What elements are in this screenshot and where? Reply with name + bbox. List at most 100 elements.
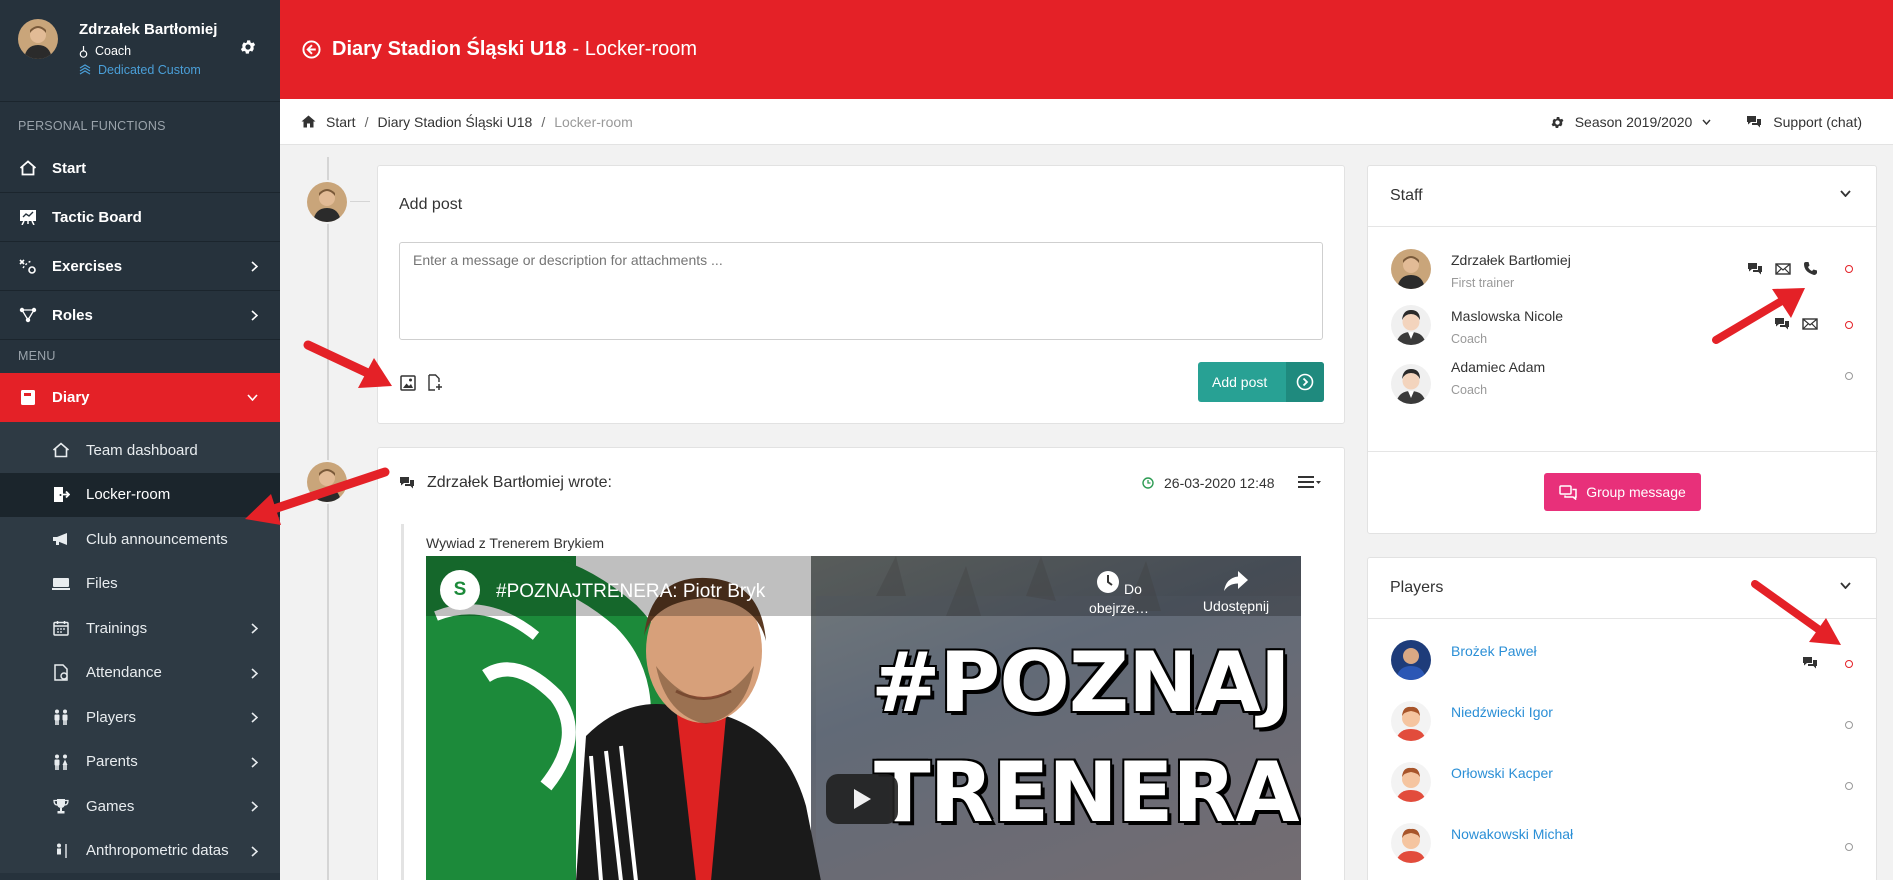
status-dot [1845,265,1853,273]
back-arrow-icon[interactable] [302,40,321,59]
status-dot [1845,372,1853,380]
staff-name: Maslowska Nicole [1451,308,1564,324]
sidebar-item-diary[interactable]: Diary [0,373,280,422]
staff-role: First trainer [1451,276,1515,290]
user-avatar[interactable] [18,19,58,59]
chat-bubbles-icon [1746,115,1762,129]
player-name-link[interactable]: Brożek Paweł [1451,643,1537,659]
sidebar-item-attendance[interactable]: Attendance [0,651,280,696]
player-name-link[interactable]: Nowakowski Michał [1451,826,1573,842]
sidebar-item-label: Start [52,159,87,177]
whistle-icon [79,45,88,58]
avatar[interactable] [1391,364,1431,404]
sidebar-item-tactic-board[interactable]: Tactic Board [0,193,280,242]
home-icon[interactable] [301,115,316,128]
post-header: Zdrzałek Bartłomiej wrote: [399,474,612,492]
page-title-section: - Locker-room [572,38,698,60]
sidebar-item-anthropometric[interactable]: Anthropometric datas [0,829,280,874]
player-row: Niedźwiecki Igor [1368,693,1878,753]
sidebar-item-start[interactable]: Start [0,144,280,193]
user-role: Coach [79,44,131,58]
season-selector[interactable]: Season 2019/2020 [1550,114,1712,130]
chevron-right-icon [251,712,258,723]
add-post-title: Add post [399,196,463,213]
sidebar-item-club-announcements[interactable]: Club announcements [0,517,280,562]
attachment-buttons [400,374,443,391]
chat-icon[interactable] [1774,317,1790,331]
breadcrumb-diary[interactable]: Diary Stadion Śląski U18 [377,114,532,130]
sidebar-item-label: Diary [52,389,90,406]
status-dot [1845,782,1853,790]
play-button[interactable] [826,774,898,824]
person-measure-icon [51,843,71,859]
avatar[interactable] [1391,701,1431,741]
mail-icon[interactable] [1802,318,1818,330]
sidebar-item-files[interactable]: Files [0,562,280,607]
sidebar-item-parents[interactable]: Parents [0,740,280,785]
sidebar-item-label: Tactic Board [52,208,142,226]
staff-actions [1774,317,1818,331]
attach-file-icon[interactable] [427,374,443,391]
sidebar-item-roles[interactable]: Roles [0,291,280,340]
avatar[interactable] [1391,249,1431,289]
attach-image-icon[interactable] [400,374,416,391]
section-personal-functions: PERSONAL FUNCTIONS [18,119,166,133]
player-name-link[interactable]: Orłowski Kacper [1451,765,1553,781]
add-post-button-label: Add post [1212,374,1268,390]
breadcrumb-separator: / [541,113,546,130]
watch-later-button[interactable]: Do obejrze… [1071,570,1167,616]
group-message-button[interactable]: Group message [1544,473,1701,511]
player-name-link[interactable]: Niedźwiecki Igor [1451,704,1553,720]
support-chat-link[interactable]: Support (chat) [1746,114,1862,130]
chevron-down-icon [1840,190,1851,197]
sidebar-item-locker-room[interactable]: Locker-room [0,472,280,517]
chevron-right-icon [251,801,258,812]
sidebar-item-games[interactable]: Games [0,784,280,829]
sidebar-item-exercises[interactable]: Exercises [0,242,280,291]
user-team[interactable]: Dedicated Custom [79,63,201,77]
sidebar-item-label: Locker-room [86,486,171,504]
user-name: Zdrzałek Bartłomiej [79,21,218,38]
sidebar-item-players[interactable]: Players [0,695,280,740]
user-role-label: Coach [95,44,132,58]
post-menu-icon[interactable] [1297,475,1322,489]
staff-header[interactable]: Staff [1368,166,1876,227]
share-label: Udostępnij [1202,598,1270,614]
breadcrumb: Start / Diary Stadion Śląski U18 / Locke… [280,99,1893,145]
settings-gear-icon[interactable] [239,38,257,56]
post-author: Zdrzałek Bartłomiej wrote: [427,474,612,491]
tactic-board-icon [18,209,38,225]
sidebar: Zdrzałek Bartłomiej Coach Dedicated Cust… [0,0,280,880]
chat-icon[interactable] [1747,262,1763,276]
mail-icon[interactable] [1775,262,1791,275]
play-icon [852,788,872,810]
quote-bar [401,524,404,880]
sidebar-item-team-dashboard[interactable]: Team dashboard [0,428,280,473]
chat-icon[interactable] [1802,656,1818,670]
sidebar-item-trainings[interactable]: Trainings [0,606,280,651]
sidebar-item-label: Parents [86,753,138,771]
post-message-input[interactable] [399,242,1323,340]
players-title: Players [1390,579,1444,596]
staff-row: Zdrzałek Bartłomiej First trainer [1368,241,1878,301]
avatar[interactable] [1391,823,1431,863]
avatar[interactable] [1391,305,1431,345]
phone-icon[interactable] [1803,261,1818,276]
add-post-button[interactable]: Add post [1198,362,1324,402]
user-profile: Zdrzałek Bartłomiej Coach Dedicated Cust… [0,0,280,102]
channel-logo[interactable]: S [440,570,480,610]
video-embed[interactable]: S #POZNAJTRENERA: Piotr Bryk Do obejrze…… [426,556,1301,880]
arrow-circle-right-icon [1286,362,1324,402]
players-header[interactable]: Players [1368,558,1876,619]
divider [1368,451,1878,452]
video-title[interactable]: #POZNAJTRENERA: Piotr Bryk [496,581,765,603]
share-button[interactable]: Udostępnij [1194,570,1278,614]
chevron-right-icon [251,845,258,857]
avatar[interactable] [1391,640,1431,680]
add-post-card: Add post Add post [377,165,1345,424]
diary-submenu: Team dashboard Locker-room Club announce… [0,422,280,873]
chevron-right-icon [251,667,258,679]
breadcrumb-start[interactable]: Start [326,114,356,130]
staff-role: Coach [1451,383,1488,397]
avatar[interactable] [1391,762,1431,802]
